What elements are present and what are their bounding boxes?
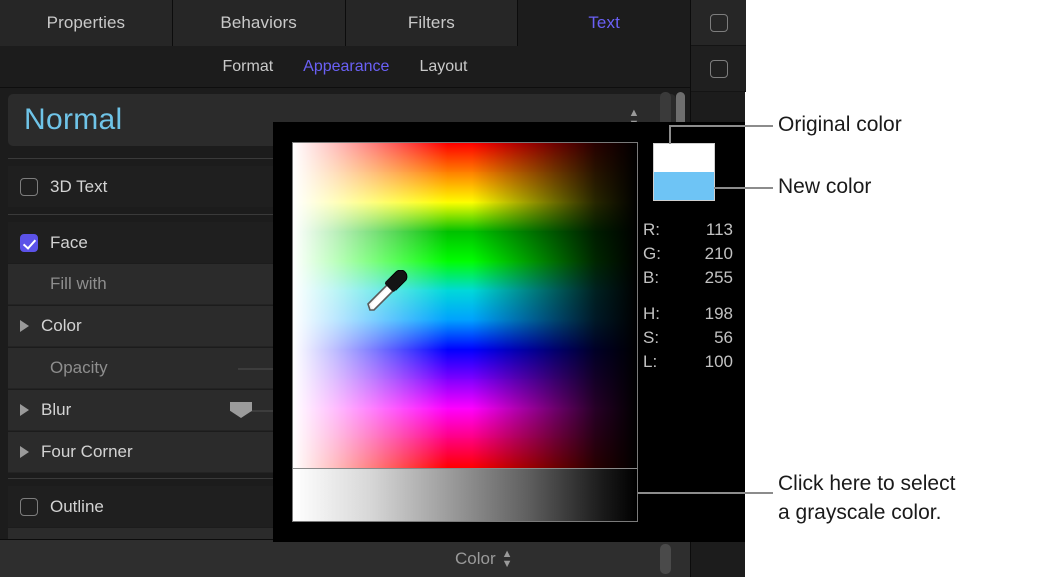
hue-band bbox=[293, 143, 637, 173]
row-label-outline: Outline bbox=[50, 497, 104, 517]
hue-band bbox=[293, 231, 637, 261]
callout-original-color: Original color bbox=[778, 110, 902, 139]
text-style-value: Normal bbox=[24, 103, 122, 137]
hue-band-shading bbox=[293, 143, 637, 173]
popup-arrows-icon: ▲▼ bbox=[502, 549, 513, 569]
hue-band bbox=[293, 379, 637, 409]
readout-value-g: 210 bbox=[705, 244, 733, 264]
new-color-swatch bbox=[654, 172, 714, 200]
fill-with-popup-button[interactable]: Color ▲▼ bbox=[455, 549, 513, 569]
hue-band bbox=[293, 261, 637, 291]
inspector-subtab-bar: Format Appearance Layout bbox=[0, 46, 690, 88]
slider-handle-blur[interactable] bbox=[230, 402, 252, 418]
readout-r: R: 113 bbox=[643, 218, 733, 242]
disclosure-triangle-four-corner-icon[interactable] bbox=[20, 446, 29, 458]
readout-value-s: 56 bbox=[714, 328, 733, 348]
hue-band-shading bbox=[293, 172, 637, 202]
readout-gap bbox=[643, 290, 733, 302]
subtab-layout[interactable]: Layout bbox=[419, 58, 467, 76]
color-value-readouts: R: 113 G: 210 B: 255 H: 198 S: 56 L: 100 bbox=[643, 218, 733, 374]
tab-properties[interactable]: Properties bbox=[0, 0, 173, 46]
readout-key-l: L: bbox=[643, 352, 665, 372]
leader-original-color bbox=[669, 125, 773, 127]
hue-gradient-field[interactable] bbox=[293, 143, 637, 467]
hue-band-shading bbox=[293, 261, 637, 291]
grayscale-strip[interactable] bbox=[293, 468, 637, 522]
bottom-popup-row: Color ▲▼ bbox=[0, 539, 690, 577]
readout-value-b: 255 bbox=[705, 268, 733, 288]
checkbox-face[interactable] bbox=[20, 234, 38, 252]
subtab-appearance[interactable]: Appearance bbox=[303, 58, 389, 76]
tab-behaviors[interactable]: Behaviors bbox=[173, 0, 346, 46]
row-label-color: Color bbox=[41, 316, 82, 336]
hue-band-shading bbox=[293, 379, 637, 409]
leader-original-color-vertical bbox=[669, 126, 671, 144]
callout-new-color: New color bbox=[778, 172, 871, 201]
checkbox-enable-2[interactable] bbox=[710, 60, 728, 78]
row-label-blur: Blur bbox=[41, 400, 71, 420]
readout-l: L: 100 bbox=[643, 350, 733, 374]
bottom-scrollbar[interactable] bbox=[660, 544, 671, 574]
row-label-face: Face bbox=[50, 233, 88, 253]
enable-cell-2[interactable] bbox=[691, 46, 746, 92]
hue-band-shading bbox=[293, 202, 637, 232]
readout-key-s: S: bbox=[643, 328, 665, 348]
hue-band bbox=[293, 290, 637, 320]
readout-value-r: 113 bbox=[706, 220, 733, 240]
hue-band-shading bbox=[293, 290, 637, 320]
leader-new-color bbox=[714, 187, 773, 189]
fill-with-popup-value: Color bbox=[455, 549, 496, 569]
checkbox-enable-1[interactable] bbox=[710, 14, 728, 32]
row-label-fill-with: Fill with bbox=[50, 274, 107, 294]
readout-key-g: G: bbox=[643, 244, 665, 264]
hue-band bbox=[293, 320, 637, 350]
readout-g: G: 210 bbox=[643, 242, 733, 266]
hue-band bbox=[293, 349, 637, 379]
enable-cell-1[interactable] bbox=[691, 0, 746, 46]
readout-key-h: H: bbox=[643, 304, 665, 324]
hue-band bbox=[293, 438, 637, 468]
checkbox-outline[interactable] bbox=[20, 498, 38, 516]
readout-b: B: 255 bbox=[643, 266, 733, 290]
row-label-3d-text: 3D Text bbox=[50, 177, 107, 197]
row-label-opacity: Opacity bbox=[50, 358, 108, 378]
hue-band bbox=[293, 408, 637, 438]
row-label-four-corner: Four Corner bbox=[41, 442, 133, 462]
hue-band-shading bbox=[293, 408, 637, 438]
readout-value-l: 100 bbox=[705, 352, 733, 372]
readout-value-h: 198 bbox=[705, 304, 733, 324]
callout-grayscale: Click here to select a grayscale color. bbox=[778, 469, 955, 527]
checkbox-3d-text[interactable] bbox=[20, 178, 38, 196]
hue-band bbox=[293, 172, 637, 202]
readout-key-b: B: bbox=[643, 268, 665, 288]
hue-band-shading bbox=[293, 320, 637, 350]
hue-band-shading bbox=[293, 349, 637, 379]
color-swatch-compare[interactable] bbox=[653, 143, 715, 201]
hue-band-shading bbox=[293, 438, 637, 468]
disclosure-triangle-blur-icon[interactable] bbox=[20, 404, 29, 416]
leader-grayscale bbox=[638, 492, 773, 494]
disclosure-triangle-color-icon[interactable] bbox=[20, 320, 29, 332]
readout-h: H: 198 bbox=[643, 302, 733, 326]
subtab-format[interactable]: Format bbox=[222, 58, 273, 76]
readout-s: S: 56 bbox=[643, 326, 733, 350]
hue-band bbox=[293, 202, 637, 232]
color-picker-gradient-area[interactable] bbox=[292, 142, 638, 522]
tab-filters[interactable]: Filters bbox=[346, 0, 519, 46]
readout-key-r: R: bbox=[643, 220, 665, 240]
hue-band-shading bbox=[293, 231, 637, 261]
screenshot-root: Properties Behaviors Filters Text Format… bbox=[0, 0, 1045, 577]
tab-text[interactable]: Text bbox=[518, 0, 690, 46]
inspector-tab-bar: Properties Behaviors Filters Text bbox=[0, 0, 690, 46]
